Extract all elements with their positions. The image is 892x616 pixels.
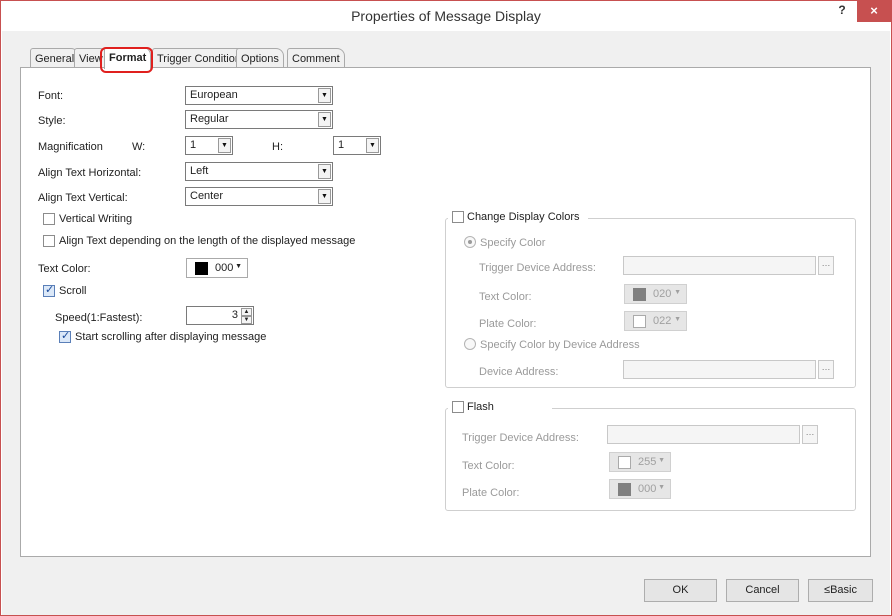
chevron-down-icon: ▼ xyxy=(658,484,665,491)
chevron-down-icon: ▼ xyxy=(318,112,331,127)
align-by-length-checkbox[interactable] xyxy=(43,235,55,247)
chevron-down-icon: ▼ xyxy=(674,316,681,323)
change-plate-color-swatch xyxy=(633,315,646,328)
align-vertical-label: Align Text Vertical: xyxy=(38,192,128,204)
window-title: Properties of Message Display xyxy=(351,8,541,24)
height-label: H: xyxy=(272,141,283,153)
change-plate-color-label: Plate Color: xyxy=(479,318,537,330)
color-by-device-label: Specify Color by Device Address xyxy=(480,339,640,351)
help-button[interactable]: ? xyxy=(829,3,855,23)
align-horizontal-select[interactable]: Left ▼ xyxy=(185,162,333,181)
basic-button[interactable]: ≤Basic xyxy=(808,579,873,602)
flash-text-color-swatch xyxy=(618,456,631,469)
text-color-picker[interactable]: 000 ▼ xyxy=(186,258,248,278)
align-by-length-label: Align Text depending on the length of th… xyxy=(59,235,356,247)
font-label: Font: xyxy=(38,90,64,102)
vertical-writing-label: Vertical Writing xyxy=(59,213,133,225)
start-scrolling-label: Start scrolling after displaying message xyxy=(75,331,267,343)
change-text-color-picker[interactable]: 020 ▼ xyxy=(624,284,687,304)
chevron-down-icon: ▼ xyxy=(658,457,665,464)
width-select[interactable]: 1 ▼ xyxy=(185,136,233,155)
change-plate-color-code: 022 xyxy=(653,315,672,327)
chevron-down-icon: ▼ xyxy=(318,88,331,103)
trigger-address-browse-button[interactable]: … xyxy=(818,256,834,275)
ok-button[interactable]: OK xyxy=(644,579,717,602)
title-bar: Properties of Message Display ? × xyxy=(1,1,891,31)
font-select[interactable]: European ▼ xyxy=(185,86,333,105)
style-label: Style: xyxy=(38,115,66,127)
color-by-device-radio[interactable] xyxy=(464,338,476,350)
text-color-code: 000 xyxy=(215,262,234,274)
chevron-down-icon: ▼ xyxy=(318,189,331,204)
tab-trigger-condition[interactable]: Trigger Condition xyxy=(152,48,246,68)
scroll-checkbox[interactable] xyxy=(43,283,55,297)
width-label: W: xyxy=(132,141,146,153)
flash-trigger-label: Trigger Device Address: xyxy=(462,432,579,444)
speed-value: 3 xyxy=(231,309,238,321)
chevron-down-icon: ▼ xyxy=(318,164,331,179)
flash-text-color-code: 255 xyxy=(638,456,657,468)
tab-comment[interactable]: Comment xyxy=(287,48,345,68)
specify-color-label: Specify Color xyxy=(480,237,546,249)
flash-label: Flash xyxy=(467,401,494,413)
vertical-writing-checkbox[interactable] xyxy=(43,213,55,225)
align-vertical-select[interactable]: Center ▼ xyxy=(185,187,333,206)
text-color-swatch xyxy=(195,262,208,275)
scroll-label: Scroll xyxy=(59,285,87,297)
device-address-field[interactable] xyxy=(623,360,816,379)
change-display-colors-label: Change Display Colors xyxy=(467,211,580,223)
chevron-down-icon: ▼ xyxy=(218,138,231,153)
start-scrolling-checkbox[interactable] xyxy=(59,329,71,343)
width-select-value: 1 xyxy=(190,139,197,151)
change-display-colors-checkbox[interactable] xyxy=(452,211,464,223)
flash-plate-color-swatch xyxy=(618,483,631,496)
specify-color-radio[interactable] xyxy=(464,236,476,248)
flash-plate-color-label: Plate Color: xyxy=(462,487,520,499)
style-select-value: Regular xyxy=(190,113,229,125)
flash-plate-color-code: 000 xyxy=(638,483,657,495)
flash-text-color-picker[interactable]: 255 ▼ xyxy=(609,452,671,472)
font-select-value: European xyxy=(190,89,238,101)
trigger-address-field[interactable] xyxy=(623,256,816,275)
align-vertical-value: Center xyxy=(190,190,224,202)
chevron-down-icon: ▼ xyxy=(235,263,242,270)
flash-trigger-field[interactable] xyxy=(607,425,800,444)
flash-trigger-browse-button[interactable]: … xyxy=(802,425,818,444)
align-horizontal-value: Left xyxy=(190,165,209,177)
cancel-button[interactable]: Cancel xyxy=(726,579,799,602)
flash-plate-color-picker[interactable]: 000 ▼ xyxy=(609,479,671,499)
align-horizontal-label: Align Text Horizontal: xyxy=(38,167,142,179)
tab-general[interactable]: General xyxy=(30,48,80,68)
tab-highlight-annotation xyxy=(100,47,153,73)
tab-options[interactable]: Options xyxy=(236,48,284,68)
device-address-label: Device Address: xyxy=(479,366,559,378)
change-plate-color-picker[interactable]: 022 ▼ xyxy=(624,311,687,331)
change-text-color-swatch xyxy=(633,288,646,301)
chevron-down-icon: ▼ xyxy=(366,138,379,153)
spin-down-icon[interactable]: ▼ xyxy=(241,316,252,324)
magnification-label: Magnification xyxy=(38,141,103,153)
height-select[interactable]: 1 ▼ xyxy=(333,136,381,155)
chevron-down-icon: ▼ xyxy=(674,289,681,296)
change-text-color-code: 020 xyxy=(653,288,672,300)
speed-label: Speed(1:Fastest): xyxy=(55,312,143,324)
flash-checkbox[interactable] xyxy=(452,401,464,413)
speed-stepper[interactable]: 3 ▲ ▼ xyxy=(186,306,254,325)
text-color-label: Text Color: xyxy=(38,263,91,275)
trigger-address-label: Trigger Device Address: xyxy=(479,262,596,274)
height-select-value: 1 xyxy=(338,139,345,151)
change-text-color-label: Text Color: xyxy=(479,291,532,303)
style-select[interactable]: Regular ▼ xyxy=(185,110,333,129)
spin-up-icon[interactable]: ▲ xyxy=(241,308,252,316)
flash-text-color-label: Text Color: xyxy=(462,460,515,472)
device-address-browse-button[interactable]: … xyxy=(818,360,834,379)
close-button[interactable]: × xyxy=(857,1,891,22)
